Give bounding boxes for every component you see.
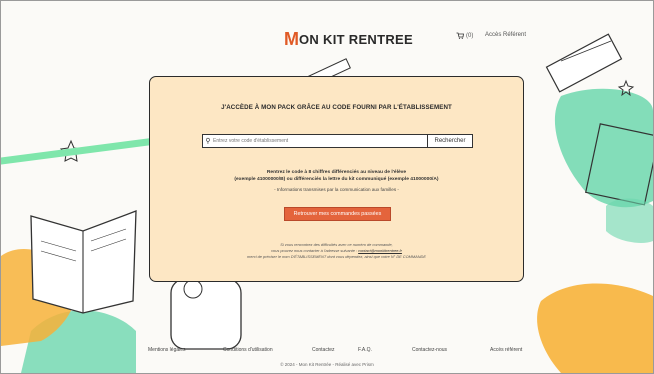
cart-count: (0) <box>466 32 474 39</box>
footer-link-contact-us[interactable]: Contactez-nous <box>412 347 447 353</box>
search-button[interactable]: Rechercher <box>427 135 472 147</box>
footer-link-contact[interactable]: Contactez <box>312 347 335 353</box>
site-footer: Mentions légales Conditions d'utilisatio… <box>1 347 653 357</box>
help-text: Si vous rencontrez des difficultés avec … <box>150 242 523 260</box>
cart-icon <box>456 32 464 39</box>
logo-text: ON KIT RENTREE <box>299 31 413 47</box>
access-card: J'ACCÈDE À MON PACK GRÂCE AU CODE FOURNI… <box>149 76 524 282</box>
code-instructions-line1: Rentrez le code à 8 chiffres différencié… <box>266 170 407 175</box>
code-instructions: Rentrez le code à 8 chiffres différencié… <box>150 169 523 183</box>
past-orders-button[interactable]: Retrouver mes commandes passées <box>284 207 391 221</box>
code-instructions-line2: (exemple 41000000/B) ou différenciés la … <box>234 177 439 182</box>
logo-initial: M <box>284 28 299 49</box>
footer-link-faq[interactable]: F.A.Q. <box>358 347 372 353</box>
site-logo[interactable]: M ON KIT RENTREE <box>284 29 413 49</box>
card-title: J'ACCÈDE À MON PACK GRÂCE AU CODE FOURNI… <box>221 104 452 111</box>
school-code-input[interactable] <box>213 135 427 147</box>
page: M ON KIT RENTREE (0) Accès Référent J'AC… <box>0 0 654 374</box>
school-code-search: ⚲ Rechercher <box>202 134 473 148</box>
help-line2-prefix: vous pouvez nous contacter à l'adresse s… <box>271 248 358 253</box>
help-line3: merci de préciser le nom D'ÉTABLISSEMENT… <box>247 254 426 259</box>
footer-link-referent[interactable]: Accès référent <box>490 347 522 353</box>
help-email-link[interactable]: contact@monkitrentree.fr <box>358 248 402 253</box>
cart-link[interactable]: (0) <box>456 32 473 39</box>
search-icon: ⚲ <box>205 138 211 145</box>
copyright: © 2024 - Mon Kit Rentrée - Réalisé avec … <box>280 362 374 367</box>
site-header: M ON KIT RENTREE (0) Accès Référent <box>1 1 653 57</box>
footer-link-terms[interactable]: Conditions d'utilisation <box>223 347 273 353</box>
referent-access-link[interactable]: Accès Référent <box>485 32 526 38</box>
footer-link-legal[interactable]: Mentions légales <box>148 347 186 353</box>
info-note: - Informations transmises par la communi… <box>274 187 399 192</box>
